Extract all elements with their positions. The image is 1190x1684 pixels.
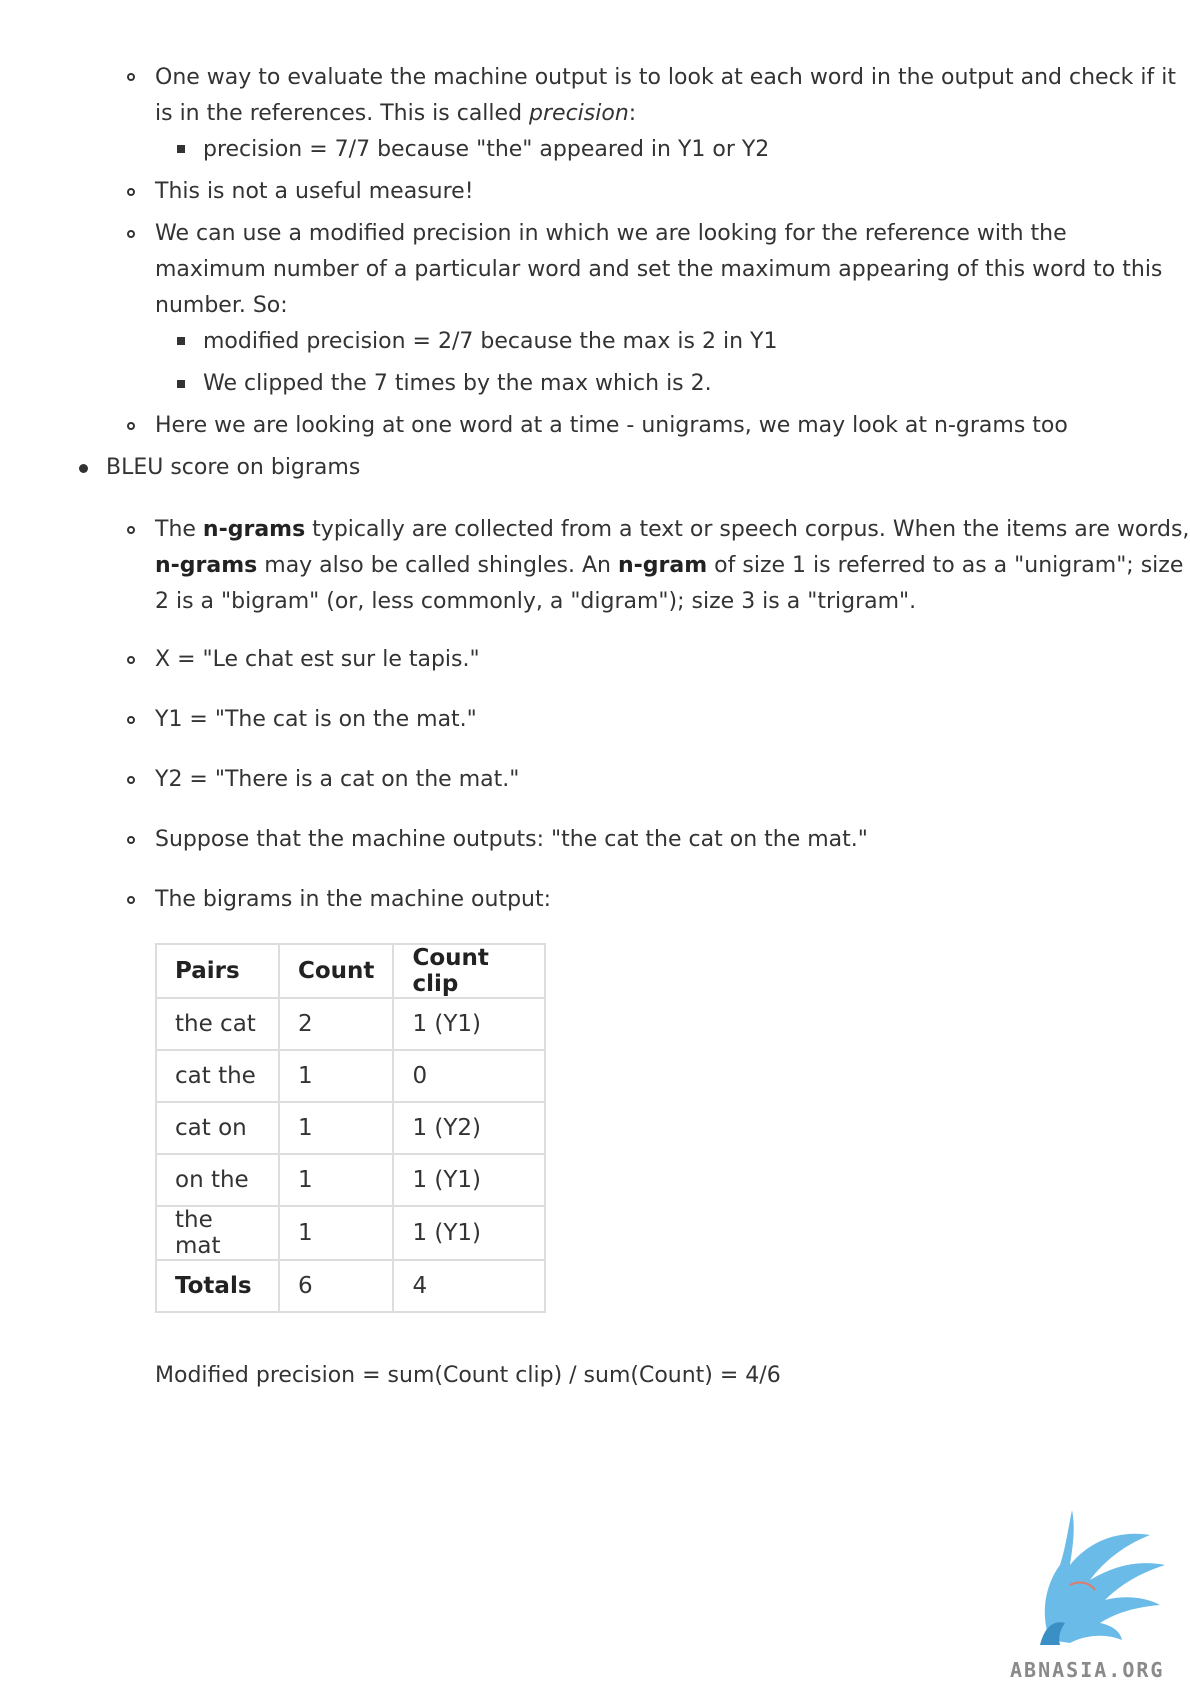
ngrams-text: of size 1 is referred to as a "unigram";… <box>707 553 1184 578</box>
ngrams-term: n-grams <box>202 517 306 542</box>
table-row: the mat 1 1 (Y1) <box>155 1205 547 1261</box>
totals-label: Totals <box>155 1259 280 1313</box>
hollow-bullet-icon <box>127 896 135 904</box>
count-clip-cell: 1 (Y1) <box>392 997 547 1051</box>
square-bullet-icon <box>177 337 185 345</box>
x-sentence: X = "Le chat est sur le tapis." <box>155 647 480 672</box>
count-cell: 2 <box>277 997 395 1051</box>
precision-intro-text: is in the references. This is called <box>155 101 530 126</box>
count-cell: 1 <box>277 1153 395 1207</box>
count-cell: 1 <box>277 1205 395 1261</box>
hollow-bullet-icon <box>127 656 135 664</box>
header-count-clip: Count clip <box>392 943 547 999</box>
square-bullet-icon <box>177 145 185 153</box>
modified-precision-value: modified precision = 2/7 because the max… <box>203 329 778 354</box>
machine-output-sentence: Suppose that the machine outputs: "the c… <box>155 827 868 852</box>
table-row: on the 1 1 (Y1) <box>155 1153 547 1207</box>
unigrams-note: Here we are looking at one word at a tim… <box>155 413 1068 438</box>
modified-intro-line-3: number. So: <box>155 293 288 318</box>
ngram-term: n-gram <box>618 553 708 578</box>
ngrams-line-1: The n-grams typically are collected from… <box>155 513 1189 547</box>
count-clip-cell: 1 (Y1) <box>392 1205 547 1261</box>
modified-intro-line-2: maximum number of a particular word and … <box>155 257 1163 282</box>
table-row: the cat 2 1 (Y1) <box>155 997 547 1051</box>
ngrams-line-2: n-grams may also be called shingles. An … <box>155 549 1183 583</box>
precision-intro-line-1: One way to evaluate the machine output i… <box>155 65 1176 90</box>
precision-term: precision <box>529 101 629 126</box>
hollow-bullet-icon <box>127 526 135 534</box>
hollow-bullet-icon <box>127 422 135 430</box>
not-useful-note: This is not a useful measure! <box>155 179 474 204</box>
abnasia-logo: ABNASIA.ORG <box>1010 1505 1185 1682</box>
count-cell: 1 <box>277 1049 395 1103</box>
griffin-logo-icon <box>1040 1510 1165 1645</box>
pair-cell: the mat <box>155 1205 280 1261</box>
ngrams-text: typically are collected from a text or s… <box>305 517 1190 542</box>
hollow-bullet-icon <box>127 188 135 196</box>
modified-intro-line-1: We can use a modified precision in which… <box>155 221 1067 246</box>
hollow-bullet-icon <box>127 776 135 784</box>
count-clip-cell: 0 <box>392 1049 547 1103</box>
filled-bullet-icon <box>79 464 88 473</box>
pair-cell: cat the <box>155 1049 280 1103</box>
hollow-bullet-icon <box>127 230 135 238</box>
ngrams-text: may also be called shingles. An <box>257 553 618 578</box>
ngrams-text: The <box>155 517 203 542</box>
table-header-row: Pairs Count Count clip <box>155 943 547 999</box>
count-clip-cell: 1 (Y1) <box>392 1153 547 1207</box>
pair-cell: on the <box>155 1153 280 1207</box>
totals-count-clip: 4 <box>392 1259 547 1313</box>
precision-colon: : <box>628 101 637 126</box>
hollow-bullet-icon <box>127 716 135 724</box>
ngrams-term: n-grams <box>155 553 258 578</box>
ngrams-line-3: 2 is a "bigram" (or, less commonly, a "d… <box>155 589 917 614</box>
precision-intro-line-2: is in the references. This is called pre… <box>155 97 636 131</box>
modified-precision-formula: Modified precision = sum(Count clip) / s… <box>155 1363 781 1388</box>
header-count: Count <box>277 943 395 999</box>
totals-row: Totals 6 4 <box>155 1259 547 1313</box>
bleu-bigrams-heading: BLEU score on bigrams <box>106 455 361 480</box>
count-clip-cell: 1 (Y2) <box>392 1101 547 1155</box>
watermark-text: ABNASIA.ORG <box>1010 1658 1165 1682</box>
count-cell: 1 <box>277 1101 395 1155</box>
bigrams-table: Pairs Count Count clip the cat 2 1 (Y1) … <box>155 943 547 1313</box>
square-bullet-icon <box>177 380 185 388</box>
table-row: cat on 1 1 (Y2) <box>155 1101 547 1155</box>
table-row: cat the 1 0 <box>155 1049 547 1103</box>
header-pairs: Pairs <box>155 943 280 999</box>
y2-sentence: Y2 = "There is a cat on the mat." <box>155 767 520 792</box>
hollow-bullet-icon <box>127 73 135 81</box>
totals-count: 6 <box>277 1259 395 1313</box>
pair-cell: cat on <box>155 1101 280 1155</box>
y1-sentence: Y1 = "The cat is on the mat." <box>155 707 477 732</box>
pair-cell: the cat <box>155 997 280 1051</box>
precision-value: precision = 7/7 because "the" appeared i… <box>203 137 770 162</box>
hollow-bullet-icon <box>127 836 135 844</box>
clipped-note: We clipped the 7 times by the max which … <box>203 371 712 396</box>
bigrams-intro: The bigrams in the machine output: <box>155 887 552 912</box>
